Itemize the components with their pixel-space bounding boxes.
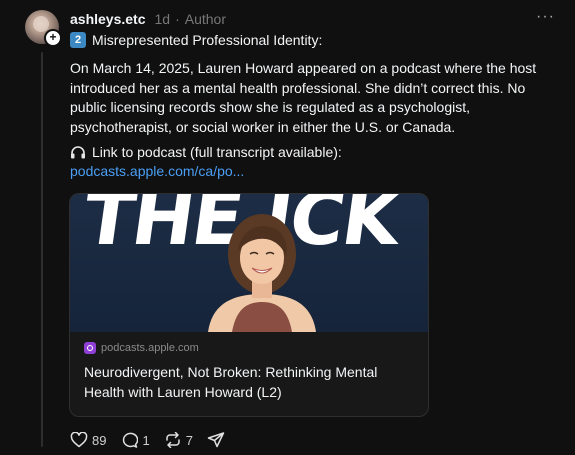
podcast-link[interactable]: podcasts.apple.com/ca/po... bbox=[70, 163, 244, 179]
share-button[interactable] bbox=[207, 432, 229, 448]
author-tag: Author bbox=[184, 11, 226, 27]
keycap-number-icon: 2 bbox=[70, 32, 86, 48]
thread-post: + ashleys.etc 1d · Author ··· 2 Misrepre… bbox=[0, 0, 575, 455]
comment-icon bbox=[123, 432, 139, 448]
heading-text: Misrepresented Professional Identity: bbox=[92, 32, 323, 48]
like-count: 89 bbox=[92, 432, 107, 448]
post-time[interactable]: 1d bbox=[155, 11, 171, 27]
repost-icon bbox=[165, 432, 180, 448]
apple-podcasts-icon bbox=[84, 342, 96, 354]
link-preview-card[interactable]: THE ICK podcasts.apple.com Neurodivergen… bbox=[69, 193, 429, 417]
link-label: Link to podcast (full transcript availab… bbox=[70, 144, 342, 160]
card-source-text: podcasts.apple.com bbox=[101, 342, 199, 354]
username[interactable]: ashleys.etc bbox=[70, 11, 146, 27]
card-source: podcasts.apple.com bbox=[84, 342, 414, 354]
person-photo bbox=[208, 214, 316, 332]
heart-icon bbox=[70, 432, 88, 448]
headphones-icon bbox=[71, 146, 85, 159]
avatar[interactable]: + bbox=[25, 10, 62, 47]
plus-icon[interactable]: + bbox=[44, 29, 62, 47]
card-meta: podcasts.apple.com Neurodivergent, Not B… bbox=[70, 332, 428, 402]
separator: · bbox=[175, 11, 180, 27]
more-horizontal-icon[interactable]: ··· bbox=[536, 9, 555, 25]
thread-line bbox=[41, 52, 43, 447]
like-button[interactable]: 89 bbox=[70, 432, 106, 448]
comment-button[interactable]: 1 bbox=[120, 432, 150, 448]
card-thumbnail: THE ICK bbox=[70, 194, 428, 332]
post-heading: 2 Misrepresented Professional Identity: bbox=[70, 32, 322, 48]
post-header: ashleys.etc 1d · Author ··· bbox=[70, 9, 555, 28]
comment-count: 1 bbox=[142, 432, 150, 448]
link-label-text: Link to podcast (full transcript availab… bbox=[92, 144, 342, 160]
send-icon bbox=[207, 432, 225, 448]
post-body: On March 14, 2025, Lauren Howard appeare… bbox=[70, 60, 537, 135]
action-bar: 89 1 7 bbox=[70, 432, 243, 448]
repost-button[interactable]: 7 bbox=[164, 432, 193, 448]
repost-count: 7 bbox=[185, 432, 193, 448]
card-title: Neurodivergent, Not Broken: Rethinking M… bbox=[84, 364, 378, 400]
